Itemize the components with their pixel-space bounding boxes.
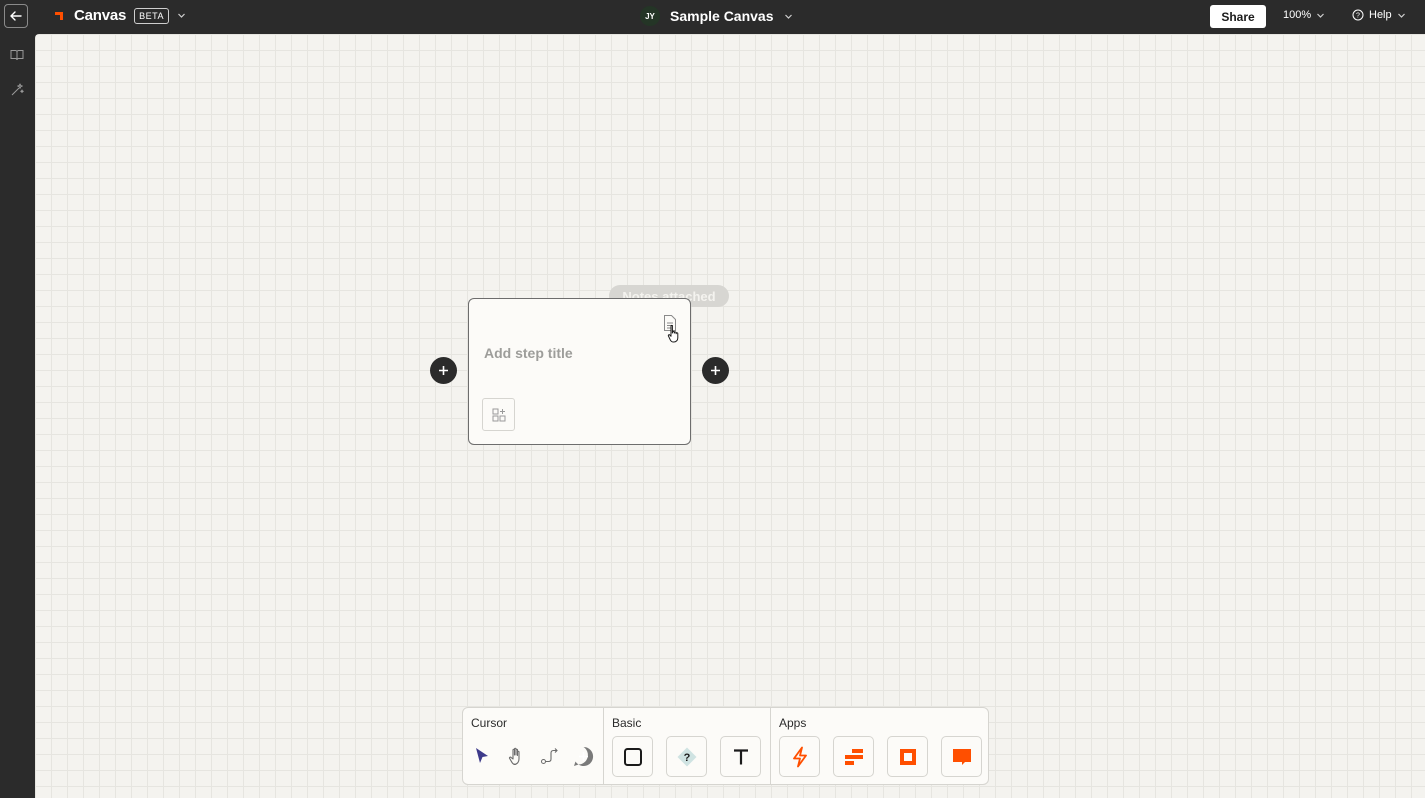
section-label: Apps [779,716,807,730]
decision-diamond-icon: ? [677,747,696,766]
plus-icon [439,366,448,375]
beta-badge: BETA [134,7,170,24]
decision-tool[interactable]: ? [666,736,707,777]
toolbar-section-cursor: Cursor [463,708,603,784]
square-icon [623,747,642,766]
select-arrow-icon [475,748,488,763]
zoom-dropdown[interactable]: 100% [1283,9,1325,21]
chatbot-tool[interactable] [941,736,982,777]
brand[interactable]: Canvas BETA [52,7,186,24]
pan-tool[interactable] [505,736,526,776]
zap-tool[interactable] [779,736,820,777]
book-icon [10,50,24,61]
help-circle-icon: ? [1352,9,1364,21]
help-menu[interactable]: ? Help [1352,9,1406,21]
svg-text:?: ? [683,752,690,764]
sidebar-item-ai[interactable] [8,80,26,98]
plus-icon [711,366,720,375]
select-tool[interactable] [471,736,492,776]
shape-tool[interactable] [612,736,653,777]
tables-icon [844,748,863,765]
chevron-down-icon[interactable] [177,11,186,20]
svg-text:?: ? [1356,13,1360,20]
text-tool[interactable] [720,736,761,777]
zap-icon [792,746,807,767]
zapier-logo-icon [55,11,63,20]
chevron-down-icon [1317,13,1325,18]
magic-wand-icon [11,83,24,95]
avatar: JY [640,6,660,26]
apps-grid-add-icon [492,408,505,421]
interfaces-icon [899,748,916,765]
section-label: Basic [612,716,642,730]
tables-tool[interactable] [833,736,874,777]
add-step-right-button[interactable] [702,357,729,384]
chevron-down-icon [1397,13,1405,18]
add-comment-icon [574,746,594,766]
app-name: Canvas [74,7,127,24]
sidebar-item-library[interactable] [8,46,26,64]
help-label: Help [1369,9,1392,21]
left-sidebar [0,34,35,798]
text-icon [733,748,748,764]
share-button[interactable]: Share [1210,5,1266,28]
step-title-input[interactable]: Add step title [484,345,573,361]
comment-tool[interactable] [573,736,594,776]
hand-pointer-cursor-icon [667,324,679,343]
step-card[interactable]: Add step title [468,298,691,445]
bottom-toolbar: Cursor Basic ? Apps [462,707,989,785]
add-step-left-button[interactable] [430,357,457,384]
zoom-level: 100% [1283,9,1312,21]
arrow-left-icon [10,11,22,21]
connector-path-icon [540,748,558,764]
connector-tool[interactable] [539,736,560,776]
interfaces-tool[interactable] [887,736,928,777]
canvas-area[interactable]: Notes attached Add step title Cursor Bas… [35,34,1425,798]
canvas-title: Sample Canvas [670,8,774,24]
chevron-down-icon [784,14,792,19]
toolbar-section-basic: Basic ? [603,708,770,784]
canvas-title-menu[interactable]: JY Sample Canvas [640,6,793,26]
back-button[interactable] [4,4,28,28]
top-bar: Canvas BETA JY Sample Canvas Share 100% … [0,0,1425,34]
add-app-button[interactable] [482,398,515,431]
toolbar-section-apps: Apps [770,708,988,784]
chatbot-icon [952,748,971,765]
section-label: Cursor [471,716,508,730]
hand-icon [508,747,520,765]
